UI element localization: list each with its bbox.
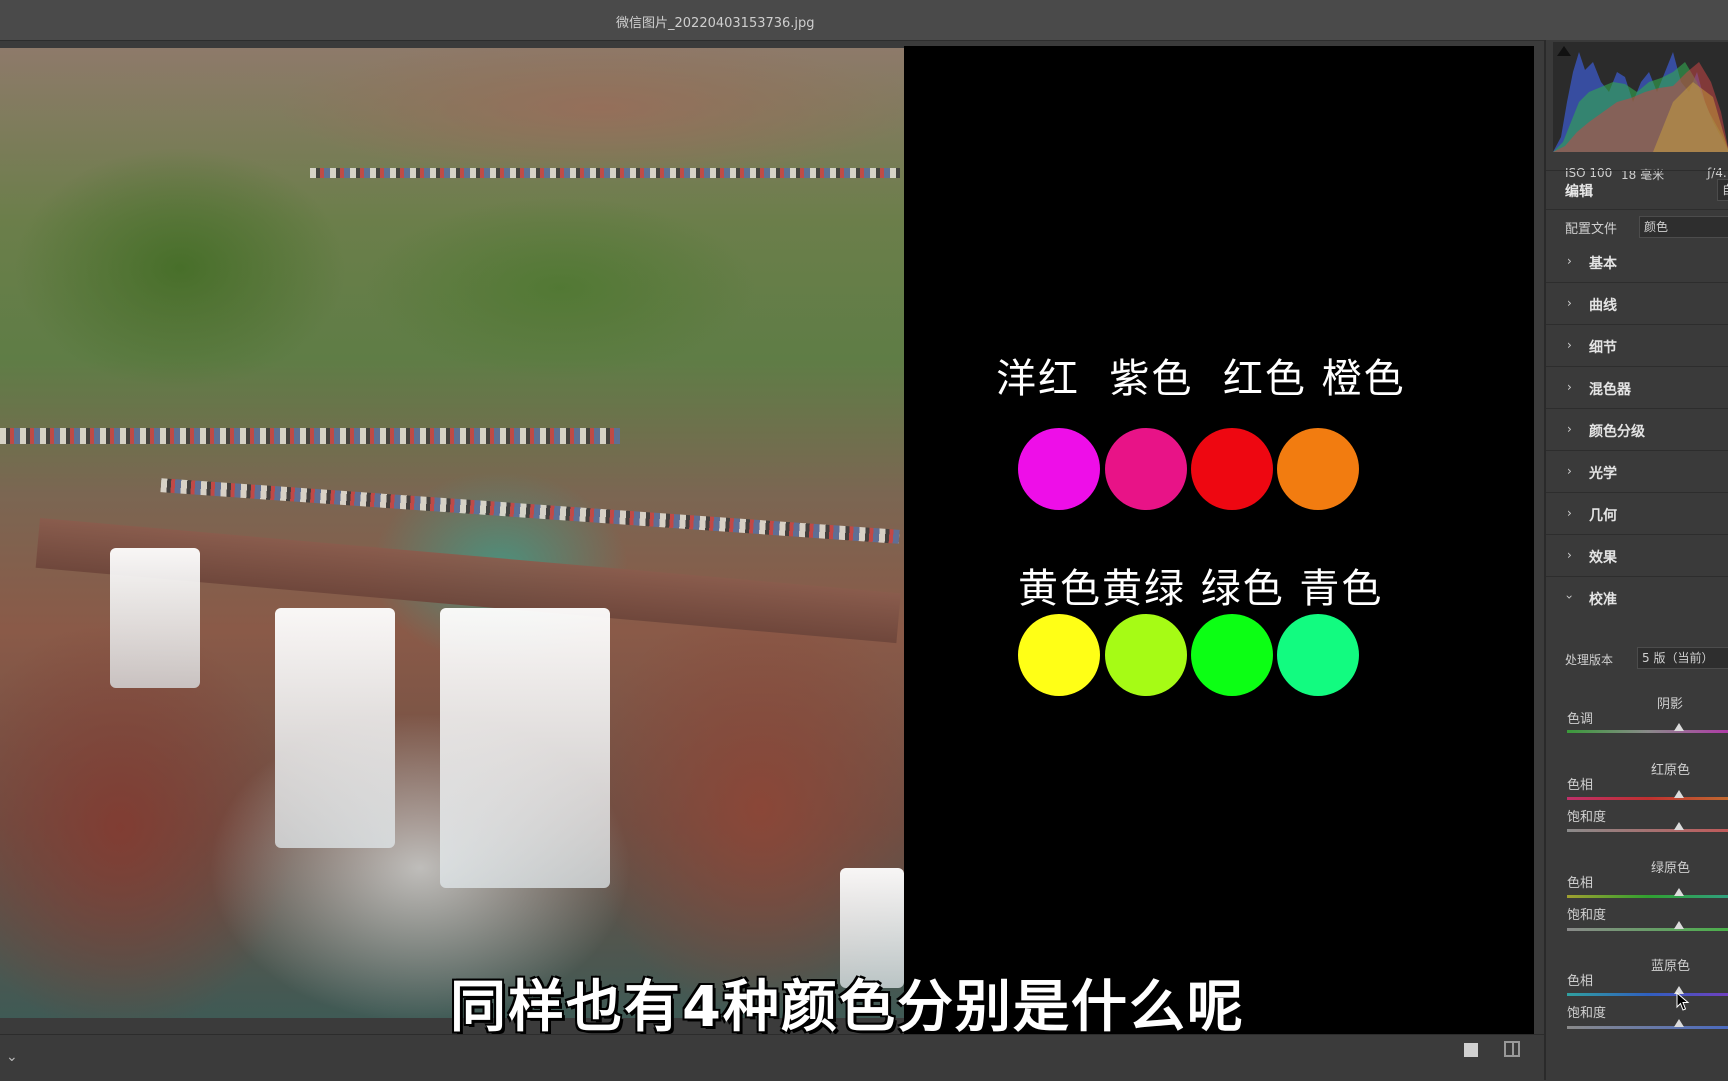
swatch-magenta bbox=[1018, 428, 1100, 510]
chevron-down-icon: › bbox=[1562, 594, 1577, 600]
blue-primary-head: 蓝原色 bbox=[1651, 959, 1691, 974]
swatch-purple bbox=[1105, 428, 1187, 510]
chevron-right-icon: › bbox=[1567, 380, 1572, 394]
chevron-right-icon: › bbox=[1567, 254, 1572, 268]
slider-thumb[interactable] bbox=[1674, 723, 1684, 731]
section-color-grading[interactable]: › 颜色分级 bbox=[1545, 410, 1728, 451]
section-label: 效果 bbox=[1589, 550, 1617, 566]
slider-thumb[interactable] bbox=[1674, 921, 1684, 929]
process-dropdown[interactable]: 5 版（当前） bbox=[1637, 647, 1728, 669]
slider-thumb[interactable] bbox=[1674, 790, 1684, 798]
green-sat-label: 饱和度 bbox=[1567, 908, 1607, 923]
histogram bbox=[1553, 42, 1728, 152]
edit-panel: ISO 100 18 毫米 ƒ/4. 编辑 自 配置文件 颜色 › 基本 › 曲… bbox=[1544, 40, 1728, 1080]
chevron-right-icon: › bbox=[1567, 464, 1572, 478]
section-label: 曲线 bbox=[1589, 298, 1617, 314]
section-label: 颜色分级 bbox=[1589, 424, 1645, 440]
swatch-green bbox=[1191, 614, 1273, 696]
waterfall-right bbox=[440, 608, 610, 888]
blue-sat-slider[interactable] bbox=[1567, 1026, 1728, 1029]
image-canvas[interactable]: 洋红 紫色 红色 橙色 黄色黄绿 绿色 青色 同样也有4种颜色分别是什么呢 bbox=[0, 44, 1535, 1040]
shadows-head: 阴影 bbox=[1657, 697, 1684, 712]
green-hue-slider[interactable] bbox=[1567, 895, 1728, 898]
slider-thumb[interactable] bbox=[1674, 1019, 1684, 1027]
histogram-graph bbox=[1553, 52, 1728, 152]
section-label: 几何 bbox=[1589, 508, 1617, 524]
window-filename: 微信图片_20220403153736.jpg bbox=[616, 16, 815, 31]
photo-waterfall bbox=[0, 48, 904, 1018]
shadows-tint-label: 色调 bbox=[1567, 712, 1594, 727]
crowd-middle bbox=[0, 428, 620, 444]
chevron-down-icon[interactable]: ⌄ bbox=[6, 1049, 18, 1065]
section-optics[interactable]: › 光学 bbox=[1545, 452, 1728, 493]
blue-hue-label: 色相 bbox=[1567, 974, 1594, 989]
swatch-yellow bbox=[1018, 614, 1100, 696]
slider-thumb[interactable] bbox=[1674, 888, 1684, 896]
green-hue-label: 色相 bbox=[1567, 876, 1594, 891]
chevron-right-icon: › bbox=[1567, 548, 1572, 562]
edit-title: 编辑 bbox=[1565, 184, 1593, 200]
section-curve[interactable]: › 曲线 bbox=[1545, 284, 1728, 325]
profile-dropdown[interactable]: 颜色 bbox=[1639, 216, 1728, 238]
section-label: 细节 bbox=[1589, 340, 1617, 356]
clipping-warning-icon[interactable] bbox=[1557, 46, 1571, 56]
crowd-bridge bbox=[160, 478, 900, 544]
section-color-mixer[interactable]: › 混色器 bbox=[1545, 368, 1728, 409]
red-hue-slider[interactable] bbox=[1567, 797, 1728, 800]
waterfall-middle bbox=[275, 608, 395, 848]
waterfall-left bbox=[110, 548, 200, 688]
red-sat-label: 饱和度 bbox=[1567, 810, 1607, 825]
swatch-red bbox=[1191, 428, 1273, 510]
section-basic[interactable]: › 基本 bbox=[1545, 242, 1728, 283]
section-detail[interactable]: › 细节 bbox=[1545, 326, 1728, 367]
color-slide: 洋红 紫色 红色 橙色 黄色黄绿 绿色 青色 bbox=[904, 46, 1534, 1036]
blue-hue-slider[interactable] bbox=[1567, 993, 1728, 996]
row2-label: 黄色黄绿 绿色 青色 bbox=[1018, 566, 1384, 612]
section-label: 校准 bbox=[1589, 592, 1617, 608]
row1-label: 洋红 紫色 红色 橙色 bbox=[996, 356, 1406, 402]
swatch-orange bbox=[1277, 428, 1359, 510]
chevron-right-icon: › bbox=[1567, 506, 1572, 520]
chevron-right-icon: › bbox=[1567, 422, 1572, 436]
profile-label: 配置文件 bbox=[1565, 222, 1618, 237]
swatch-cyan bbox=[1277, 614, 1359, 696]
green-primary-head: 绿原色 bbox=[1651, 861, 1691, 876]
section-geometry[interactable]: › 几何 bbox=[1545, 494, 1728, 535]
crowd-upper bbox=[310, 168, 900, 178]
slider-thumb[interactable] bbox=[1674, 822, 1684, 830]
section-calibration[interactable]: › 校准 bbox=[1545, 578, 1728, 618]
panel-scrollbar[interactable] bbox=[1544, 40, 1546, 1080]
chevron-right-icon: › bbox=[1567, 338, 1572, 352]
edit-header: 编辑 自 bbox=[1545, 170, 1728, 210]
video-subtitle: 同样也有4种颜色分别是什么呢 bbox=[450, 975, 1245, 1040]
section-effects[interactable]: › 效果 bbox=[1545, 536, 1728, 577]
section-label: 混色器 bbox=[1589, 382, 1631, 398]
mouse-cursor-icon bbox=[1676, 992, 1690, 1011]
red-hue-label: 色相 bbox=[1567, 778, 1594, 793]
compare-view-icon[interactable] bbox=[1504, 1041, 1520, 1057]
section-label: 光学 bbox=[1589, 466, 1617, 482]
single-view-icon[interactable] bbox=[1464, 1043, 1478, 1057]
bottom-toolbar: ⌄ bbox=[0, 1034, 1544, 1081]
process-label: 处理版本 bbox=[1565, 653, 1614, 667]
swatch-yellow-green bbox=[1105, 614, 1187, 696]
auto-button[interactable]: 自 bbox=[1717, 179, 1728, 201]
shadows-tint-slider[interactable] bbox=[1567, 730, 1728, 733]
red-sat-slider[interactable] bbox=[1567, 829, 1728, 832]
green-sat-slider[interactable] bbox=[1567, 928, 1728, 931]
blue-sat-label: 饱和度 bbox=[1567, 1006, 1607, 1021]
red-primary-head: 红原色 bbox=[1651, 763, 1691, 778]
chevron-right-icon: › bbox=[1567, 296, 1572, 310]
title-bar: 微信图片_20220403153736.jpg bbox=[0, 0, 1728, 41]
section-label: 基本 bbox=[1589, 256, 1617, 272]
